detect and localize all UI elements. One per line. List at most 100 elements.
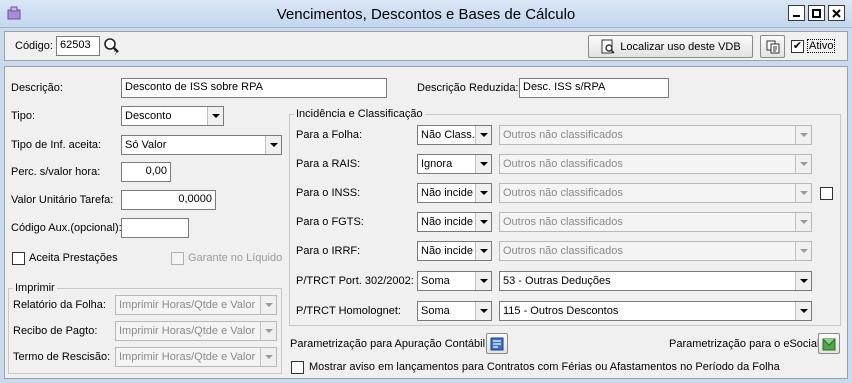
recibo-pagto-value: Imprimir Horas/Qtde e Valor [119,325,256,337]
recibo-pagto-select[interactable]: Imprimir Horas/Qtde e Valor [115,321,277,341]
chevron-down-icon [795,242,811,260]
trct-302-classification-value: 53 - Outras Deduções [503,275,611,287]
copy-button[interactable] [760,35,785,58]
minimize-icon [793,14,800,17]
ativo-checkbox[interactable]: ✔ [791,40,804,53]
inss-option-value: Não incide [421,187,473,199]
folha-classification-value: Outros não classificados [503,129,623,141]
rais-option-value: Ignora [421,158,453,170]
row-label-trct-302: P/TRCT Port. 302/2002: [296,275,414,287]
inss-classification-value: Outros não classificados [503,187,623,199]
rais-classification-select[interactable]: Outros não classificados [499,154,812,174]
row-label-fgts: Para o FGTS: [296,216,364,228]
param-contabil-label: Parametrização para Apuração Contábil: [290,338,489,350]
irrf-option-value: Não incide [421,245,473,257]
inss-extra-checkbox[interactable] [820,187,833,200]
chevron-down-icon [265,136,281,154]
chevron-down-icon [475,213,491,231]
tipo-inf-label: Tipo de Inf. aceita: [11,139,102,151]
irrf-option-select[interactable]: Não incide [417,241,492,261]
incidencia-title: Incidência e Classificação [294,108,425,120]
copy-icon [766,40,779,53]
chevron-down-icon [795,155,811,173]
codigo-aux-input[interactable] [121,218,189,238]
fgts-classification-select[interactable]: Outros não classificados [499,212,812,232]
tipo-select[interactable]: Desconto [121,106,224,126]
close-button[interactable] [828,5,845,21]
title-bar: Vencimentos, Descontos e Bases de Cálcul… [0,0,852,28]
relatorio-folha-value: Imprimir Horas/Qtde e Valor [119,299,256,311]
chevron-down-icon [475,242,491,260]
chevron-down-icon [475,302,491,320]
inss-option-select[interactable]: Não incide [417,183,492,203]
valor-unitario-label: Valor Unitário Tarefa: [11,194,114,206]
search-icon: ? [104,38,119,57]
window-title: Vencimentos, Descontos e Bases de Cálcul… [276,6,576,23]
aceita-prestacoes-label: Aceita Prestações [29,252,118,264]
folha-option-select[interactable]: Não Class. [417,125,492,145]
chevron-down-icon [260,348,276,366]
ativo-label[interactable]: Ativo [807,39,836,53]
localizar-button[interactable]: Localizar uso deste VDB [588,35,753,58]
recibo-pagto-label: Recibo de Pagto: [13,325,98,337]
inss-classification-select[interactable]: Outros não classificados [499,183,812,203]
trct-homolognet-option-select[interactable]: Soma [417,301,492,321]
descricao-reduzida-label: Descrição Reduzida: [417,82,519,94]
maximize-icon [812,8,821,18]
trct-homolognet-classification-select[interactable]: 115 - Outros Descontos [499,301,812,321]
irrf-classification-value: Outros não classificados [503,245,623,257]
locate-document-icon [601,39,615,54]
termo-rescisao-select[interactable]: Imprimir Horas/Qtde e Valor [115,347,277,367]
chevron-down-icon [795,302,811,320]
descricao-input[interactable]: Desconto de ISS sobre RPA [121,78,387,98]
rais-classification-value: Outros não classificados [503,158,623,170]
trct-302-classification-select[interactable]: 53 - Outras Deduções [499,271,812,291]
param-esocial-button[interactable] [818,333,840,354]
esocial-icon [822,338,836,350]
param-contabil-button[interactable] [486,333,508,354]
valor-unitario-input[interactable]: 0,0000 [121,190,216,210]
fgts-option-select[interactable]: Não incide [417,212,492,232]
chevron-down-icon [795,272,811,290]
chevron-down-icon [475,184,491,202]
chevron-down-icon [207,107,223,125]
accounting-icon [490,337,504,350]
chevron-down-icon [260,322,276,340]
aceita-prestacoes-checkbox[interactable] [12,252,25,265]
aviso-label: Mostrar aviso em lançamentos para Contra… [309,361,780,373]
aviso-checkbox[interactable] [291,361,304,374]
chevron-down-icon [260,296,276,314]
fgts-option-value: Não incide [421,216,473,228]
param-esocial-label: Parametrização para o eSocial: [669,338,823,350]
toolbar-panel: Código: 62503 ? Localizar uso deste VDB … [4,31,848,61]
relatorio-folha-select[interactable]: Imprimir Horas/Qtde e Valor [115,295,277,315]
perc-input[interactable]: 0,00 [121,162,171,182]
chevron-down-icon [795,213,811,231]
main-panel: Descrição: Desconto de ISS sobre RPA Des… [4,66,848,379]
termo-rescisao-label: Termo de Rescisão: [13,351,111,363]
garante-liquido-checkbox[interactable] [171,252,184,265]
trct-homolognet-classification-value: 115 - Outros Descontos [503,305,619,317]
checkmark-icon: ✔ [792,40,803,52]
trct-homolognet-option-value: Soma [421,305,450,317]
rais-option-select[interactable]: Ignora [417,154,492,174]
chevron-down-icon [475,272,491,290]
incidencia-group: Incidência e Classificação Para a Folha:… [289,108,841,326]
codigo-label: Código: [15,40,53,52]
maximize-button[interactable] [808,5,825,21]
termo-rescisao-value: Imprimir Horas/Qtde e Valor [119,351,256,363]
chevron-down-icon [475,126,491,144]
descricao-reduzida-input[interactable]: Desc. ISS s/RPA [519,78,669,98]
minimize-button[interactable] [788,5,805,21]
codigo-aux-label: Código Aux.(opcional): [11,222,122,234]
chevron-down-icon [795,184,811,202]
tipo-inf-select[interactable]: Só Valor [121,135,282,155]
codigo-input[interactable]: 62503 [56,36,100,56]
folha-classification-select[interactable]: Outros não classificados [499,125,812,145]
row-label-rais: Para a RAIS: [296,158,361,170]
irrf-classification-select[interactable]: Outros não classificados [499,241,812,261]
imprimir-group: Imprimir Relatório da Folha: Imprimir Ho… [8,282,282,374]
search-button[interactable]: ? [103,36,121,57]
relatorio-folha-label: Relatório da Folha: [13,299,106,311]
trct-302-option-select[interactable]: Soma [417,271,492,291]
